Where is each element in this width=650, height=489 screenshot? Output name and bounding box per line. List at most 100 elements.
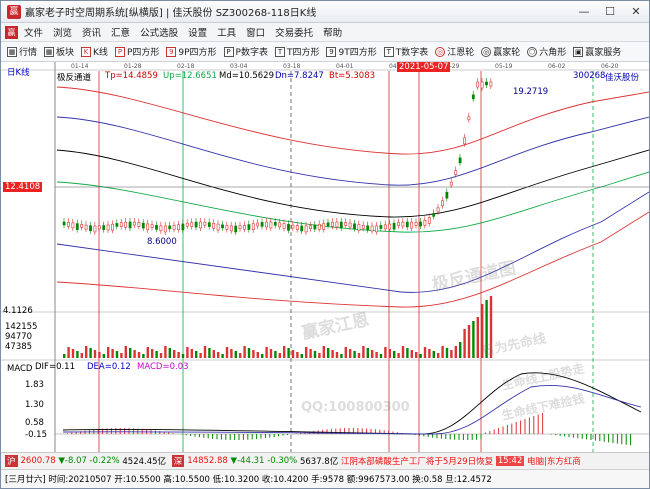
- info-price: 旦:12.4572: [445, 475, 492, 485]
- volume-bar: [305, 347, 308, 358]
- candle-body: [93, 225, 97, 233]
- volume-bar: [199, 353, 202, 358]
- volume-bar: [67, 347, 70, 358]
- close-button[interactable]: ✕: [623, 1, 649, 23]
- minimize-button[interactable]: —: [571, 1, 597, 23]
- volume-bar: [252, 350, 255, 358]
- menu-tools[interactable]: 工具: [217, 25, 236, 39]
- volume-bar: [212, 350, 215, 358]
- candle-body: [229, 225, 233, 232]
- volume-bar: [63, 354, 66, 358]
- volume-bar: [239, 353, 242, 358]
- volume-bar: [441, 346, 444, 358]
- volume-bar: [476, 317, 479, 358]
- menu-stock-screen[interactable]: 公式选股: [140, 25, 178, 39]
- candle-body: [476, 81, 480, 88]
- volume-bar: [375, 352, 378, 358]
- status-bar: 沪 2600.78 ▼-8.07 -0.22% 4524.45亿 深 14852…: [1, 452, 649, 469]
- toolbar-winner-wheel-button[interactable]: ◎ 赢家轮: [481, 45, 520, 58]
- menu-browse[interactable]: 浏览: [53, 25, 72, 39]
- candle-body: [159, 225, 163, 232]
- candle-body: [375, 225, 378, 233]
- toolbar-9t-square-button[interactable]: 9 9T四方形: [326, 45, 377, 58]
- volume-bar: [344, 347, 347, 358]
- volume-bar: [415, 352, 418, 358]
- channel-top: [56, 86, 649, 155]
- candle-body: [141, 222, 145, 229]
- candle-body: [287, 224, 290, 231]
- volume-bar: [472, 321, 475, 358]
- menu-trade[interactable]: 交易委托: [275, 25, 313, 39]
- volume-bar: [265, 347, 268, 358]
- candle-body: [111, 223, 114, 231]
- candle-body: [71, 222, 75, 229]
- volume-bar: [146, 347, 149, 358]
- volume-bar: [203, 346, 207, 358]
- kline-chart-canvas[interactable]: 01-1401-2802-1803-0403-1804-0104-1504-29…: [1, 62, 649, 452]
- volume-bar: [313, 351, 317, 358]
- volume-bar: [269, 349, 273, 358]
- square-icon: 9: [326, 46, 337, 57]
- volume-bar: [419, 354, 422, 358]
- candle-body: [168, 225, 172, 230]
- news-ticker[interactable]: 江阴本部磷酸生产工厂将于5月29日恢复: [341, 455, 493, 467]
- volume-bar: [221, 354, 224, 358]
- date-tick-label: 06-20: [601, 63, 619, 70]
- candle-body: [243, 224, 246, 230]
- toolbar-hexagon-button[interactable]: ⬡ 六角形: [527, 45, 566, 58]
- volume-bar: [428, 349, 431, 358]
- toolbar-kline-button[interactable]: K K线: [81, 45, 108, 58]
- candle-body: [185, 222, 189, 227]
- macd-tick-3: 0.58: [25, 418, 44, 428]
- menu-huiyi[interactable]: 汇意: [111, 25, 130, 39]
- menu-news[interactable]: 资讯: [82, 25, 101, 39]
- candle-body: [194, 221, 198, 228]
- menu-help[interactable]: 帮助: [323, 25, 342, 39]
- kline-chart[interactable]: 01-1401-2802-1803-0403-1804-0104-1504-29…: [1, 62, 649, 452]
- candle-body: [260, 222, 264, 227]
- maximize-button[interactable]: ☐: [597, 1, 623, 23]
- volume-tick-1: 142155: [5, 322, 38, 332]
- volume-bar: [181, 354, 185, 358]
- toolbar-p-square-button[interactable]: P P四方形: [114, 45, 159, 58]
- channel-mid: [56, 149, 649, 218]
- volume-bar: [177, 352, 180, 358]
- candle-body: [370, 225, 374, 232]
- menu-settings[interactable]: 设置: [188, 25, 207, 39]
- candle-body: [137, 222, 141, 227]
- toolbar-t-table-button[interactable]: T T数字表: [383, 45, 428, 58]
- menu-file[interactable]: 文件: [24, 25, 43, 39]
- toolbar-quotes-button[interactable]: ▦ 行情: [7, 45, 37, 58]
- toolbar-p-table-button[interactable]: P P数字表: [223, 45, 268, 58]
- volume-bar: [274, 351, 277, 358]
- volume-bar: [164, 346, 167, 358]
- menu-window[interactable]: 窗口: [246, 25, 265, 39]
- candle-body: [119, 222, 123, 227]
- date-tick-label: 05-19: [495, 63, 513, 70]
- news-ticker-2[interactable]: 电脑|东方红商: [527, 455, 581, 467]
- volume-bar: [89, 348, 92, 358]
- volume-bar: [71, 349, 75, 358]
- volume-bar: [340, 354, 343, 358]
- toolbar-9p-square-button[interactable]: 9 9P四方形: [166, 45, 217, 58]
- bottom-price-label: 4.1126: [3, 306, 33, 316]
- candle-body: [265, 221, 268, 228]
- candle-body: [89, 225, 92, 231]
- candle-body: [388, 223, 392, 230]
- toolbar-service-button[interactable]: ▣ 赢家服务: [573, 45, 621, 58]
- volume-bar: [107, 347, 110, 358]
- macd-tick-2: 1.30: [25, 400, 44, 410]
- toolbar-gann-wheel-button[interactable]: ◎ 江恩轮: [435, 45, 474, 58]
- volume-bar: [230, 349, 233, 358]
- candle-body: [133, 221, 136, 226]
- volume-bar: [137, 352, 141, 358]
- toolbar-sector-button[interactable]: ▦ 板块: [44, 45, 74, 58]
- toolbar-t-square-button[interactable]: T T四方形: [274, 45, 319, 58]
- volume-bar: [287, 348, 290, 358]
- candle-body: [146, 223, 150, 231]
- volume-bar: [379, 354, 383, 358]
- indicator-name: 极反通道: [57, 73, 92, 83]
- candle-body: [419, 221, 422, 227]
- candle-body: [199, 221, 202, 229]
- date-tick-label: 01-28: [124, 63, 142, 70]
